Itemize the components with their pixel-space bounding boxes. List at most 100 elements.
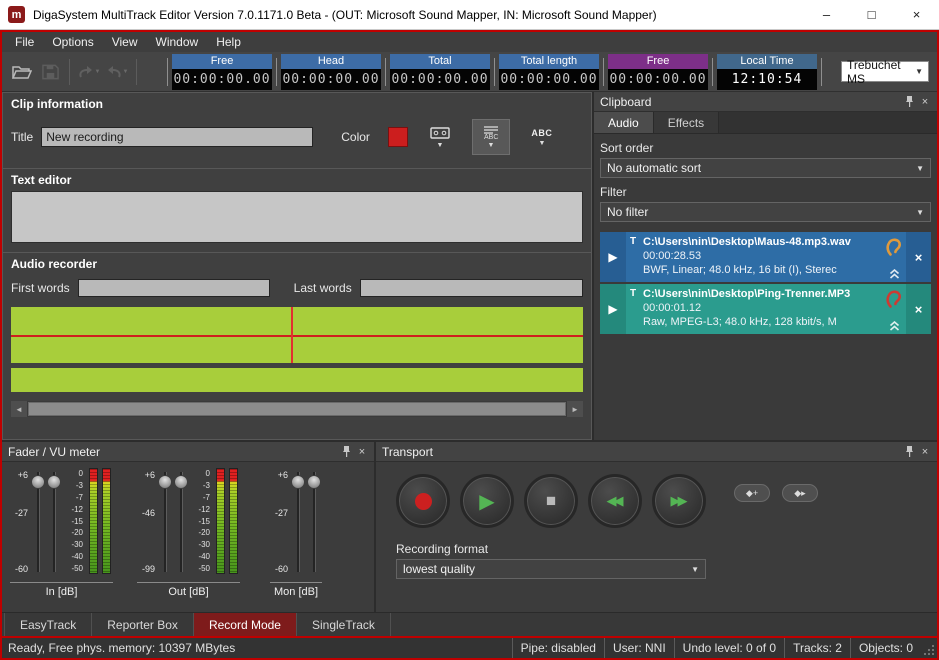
toolbar-group-separator (136, 59, 137, 85)
clip-title-input[interactable] (41, 127, 313, 147)
playhead-cursor[interactable] (291, 307, 293, 363)
maximize-button[interactable]: □ (849, 0, 894, 30)
record-button[interactable] (396, 474, 450, 528)
abc-dropdown-button[interactable]: ABC ▼ (523, 119, 561, 155)
fader-knob[interactable] (158, 475, 172, 489)
font-selector[interactable]: Trebuchet MS ▼ (841, 61, 929, 82)
abc-icon: ABC (531, 128, 552, 138)
chevron-down-icon: ▼ (691, 565, 699, 574)
fader-slider[interactable] (290, 468, 306, 576)
clipboard-item-1[interactable]: ▶ T C:\Users\nin\Desktop\Maus-48.mp3.wav… (600, 232, 931, 282)
menu-item[interactable]: Help (207, 32, 250, 52)
remove-clip-button[interactable]: × (906, 284, 931, 334)
meter-scale-label: -3 (203, 481, 210, 490)
close-button[interactable]: × (894, 0, 939, 30)
fader-knob[interactable] (31, 475, 45, 489)
fast-forward-button[interactable]: ▶▶ (652, 474, 706, 528)
undo-button[interactable]: ▼ (75, 58, 103, 86)
mode-tab-record-mode[interactable]: Record Mode (194, 613, 297, 638)
prelisten-ear-icon[interactable] (886, 237, 902, 257)
clip-duration: 00:00:01.12 (630, 301, 880, 315)
text-editor-panel: Text editor (2, 168, 592, 252)
minimize-button[interactable]: – (804, 0, 849, 30)
remove-clip-button[interactable]: × (906, 232, 931, 282)
close-panel-button[interactable]: × (354, 444, 370, 460)
fader-slider[interactable] (157, 468, 173, 576)
filter-select[interactable]: No filter ▼ (600, 202, 931, 222)
scroll-left-button[interactable]: ◄ (11, 401, 27, 417)
redo-icon (106, 65, 122, 79)
text-editor-area[interactable] (11, 191, 583, 243)
mode-tab-reporter-box[interactable]: Reporter Box (92, 613, 194, 638)
text-style-dropdown-button[interactable]: ABC ▼ (472, 119, 510, 155)
first-words-input[interactable] (78, 279, 270, 297)
fader-knob[interactable] (307, 475, 321, 489)
last-words-input[interactable] (360, 279, 583, 297)
redo-button[interactable]: ▼ (103, 58, 131, 86)
collapse-chevrons-icon[interactable] (889, 321, 900, 331)
fader-scale-label: -46 (142, 508, 155, 518)
fader-scale-label: -27 (275, 508, 288, 518)
meter-scale-label: -15 (71, 517, 83, 526)
clipboard-item-2[interactable]: ▶ T C:\Users\nin\Desktop\Ping-Trenner.MP… (600, 284, 931, 334)
fader-slider[interactable] (30, 468, 46, 576)
cart-dropdown-button[interactable]: ▼ (421, 119, 459, 155)
marker-add-icon: ◆+ (746, 488, 758, 499)
chevron-down-icon: ▼ (916, 208, 924, 217)
title-label: Title (11, 130, 33, 144)
tab-effects[interactable]: Effects (654, 112, 719, 133)
rewind-button[interactable]: ◀◀ (588, 474, 642, 528)
close-panel-button[interactable]: × (917, 94, 933, 110)
mode-tab-singletrack[interactable]: SingleTrack (297, 613, 391, 638)
pin-button[interactable] (901, 444, 917, 460)
play-clip-button[interactable]: ▶ (600, 284, 626, 334)
mode-tab-easytrack[interactable]: EasyTrack (4, 613, 92, 638)
marker-goto-button[interactable]: ◆▸ (782, 484, 818, 502)
pin-button[interactable] (338, 444, 354, 460)
filter-value: No filter (607, 205, 916, 219)
close-panel-button[interactable]: × (917, 444, 933, 460)
fader-slider[interactable] (306, 468, 322, 576)
time-display-head: Head 00:00:00.00 (281, 54, 381, 90)
waveform-display[interactable] (11, 307, 583, 395)
play-button[interactable]: ▶ (460, 474, 514, 528)
marker-add-button[interactable]: ◆+ (734, 484, 770, 502)
fader-knob[interactable] (47, 475, 61, 489)
open-button[interactable] (8, 58, 36, 86)
clip-type-label: T (630, 235, 643, 249)
fader-slider[interactable] (173, 468, 189, 576)
meter-scale-label: -7 (203, 493, 210, 502)
scroll-right-button[interactable]: ► (567, 401, 583, 417)
scrollbar-thumb[interactable] (28, 402, 566, 416)
resize-grip[interactable] (921, 639, 937, 657)
play-clip-button[interactable]: ▶ (600, 232, 626, 282)
fader-slider[interactable] (46, 468, 62, 576)
time-display-label: Local Time (717, 54, 817, 69)
stop-icon: ■ (546, 491, 556, 511)
status-bar: Ready, Free phys. memory: 10397 MBytes P… (2, 636, 937, 658)
time-display-label: Total length (499, 54, 599, 69)
fader-knob[interactable] (291, 475, 305, 489)
waveform-track-2 (11, 337, 583, 363)
clip-color-swatch[interactable] (388, 127, 408, 147)
window-controls: – □ × (804, 0, 939, 30)
time-display-label: Head (281, 54, 381, 69)
stop-button[interactable]: ■ (524, 474, 578, 528)
menu-item[interactable]: Window (147, 32, 208, 52)
recording-format-select[interactable]: lowest quality ▼ (396, 559, 706, 579)
horizontal-scrollbar[interactable]: ◄ ► (11, 401, 583, 417)
fader-knob[interactable] (174, 475, 188, 489)
menu-item[interactable]: File (6, 32, 43, 52)
app-icon: m (8, 6, 25, 23)
prelisten-ear-icon[interactable] (886, 289, 902, 309)
sort-order-select[interactable]: No automatic sort ▼ (600, 158, 931, 178)
pin-button[interactable] (901, 94, 917, 110)
time-display-free: Free 00:00:00.00 (172, 54, 272, 90)
save-button[interactable] (36, 58, 64, 86)
collapse-chevrons-icon[interactable] (889, 269, 900, 279)
vu-group-in: +6 -27 -60 0-3-7-12-15-20-30-40-50 In [d… (10, 468, 113, 598)
tab-audio[interactable]: Audio (594, 112, 654, 133)
meter-scale-label: -12 (71, 505, 83, 514)
menu-item[interactable]: View (103, 32, 147, 52)
menu-item[interactable]: Options (43, 32, 102, 52)
